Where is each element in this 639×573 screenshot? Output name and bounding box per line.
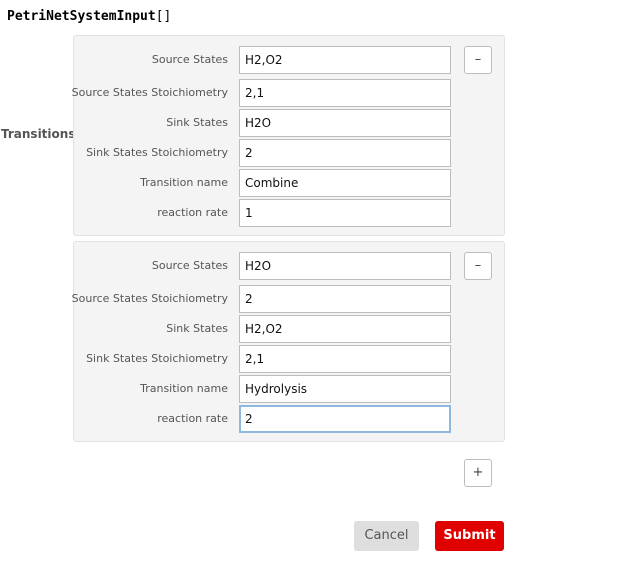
minus-icon: – (474, 52, 482, 67)
plus-icon: + (472, 465, 484, 480)
remove-transition-button[interactable]: – (464, 46, 492, 74)
field-label: Sink States (166, 322, 228, 335)
minus-icon: – (474, 258, 482, 273)
field-label: Transition name (140, 176, 228, 189)
reaction-rate-input[interactable] (239, 405, 451, 433)
field-row: Transition name (74, 375, 454, 403)
field-row: Sink States (74, 109, 454, 137)
field-label: Sink States Stoichiometry (86, 146, 228, 159)
field-label: Source States Stoichiometry (71, 86, 228, 99)
sink-states-input[interactable] (239, 315, 451, 343)
field-row: Sink States (74, 315, 454, 343)
field-label: Sink States Stoichiometry (86, 352, 228, 365)
field-row: Source States (74, 46, 454, 74)
field-label: reaction rate (157, 206, 228, 219)
submit-button[interactable]: Submit (435, 521, 504, 551)
source-states-input[interactable] (239, 252, 451, 280)
function-name: PetriNetSystemInput (7, 9, 156, 24)
transitions-label: Transitions (1, 127, 76, 141)
field-row: Sink States Stoichiometry (74, 345, 454, 373)
sink-stoichiometry-input[interactable] (239, 139, 451, 167)
field-label: Source States (151, 259, 228, 272)
transition-name-input[interactable] (239, 169, 451, 197)
function-title: PetriNetSystemInput[] (7, 9, 171, 24)
source-stoichiometry-input[interactable] (239, 79, 451, 107)
sink-states-input[interactable] (239, 109, 451, 137)
transition-name-input[interactable] (239, 375, 451, 403)
field-row: Source States (74, 252, 454, 280)
field-row: reaction rate (74, 199, 454, 227)
remove-transition-button[interactable]: – (464, 252, 492, 280)
cancel-button[interactable]: Cancel (354, 521, 419, 551)
field-row: Transition name (74, 169, 454, 197)
source-states-input[interactable] (239, 46, 451, 74)
field-label: reaction rate (157, 412, 228, 425)
source-stoichiometry-input[interactable] (239, 285, 451, 313)
transition-panel-2: Source States Source States Stoichiometr… (71, 241, 505, 442)
field-label: Source States Stoichiometry (71, 292, 228, 305)
function-brackets: [] (155, 9, 172, 24)
sink-stoichiometry-input[interactable] (239, 345, 451, 373)
field-label: Source States (151, 53, 228, 66)
reaction-rate-input[interactable] (239, 199, 451, 227)
field-label: Sink States (166, 116, 228, 129)
field-row: Source States Stoichiometry (71, 79, 454, 107)
field-label: Transition name (140, 382, 228, 395)
add-transition-button[interactable]: + (464, 459, 492, 487)
field-row: Sink States Stoichiometry (74, 139, 454, 167)
transition-panel-1: Source States Source States Stoichiometr… (71, 35, 505, 236)
field-row: Source States Stoichiometry (71, 285, 454, 313)
field-row: reaction rate (74, 405, 454, 433)
